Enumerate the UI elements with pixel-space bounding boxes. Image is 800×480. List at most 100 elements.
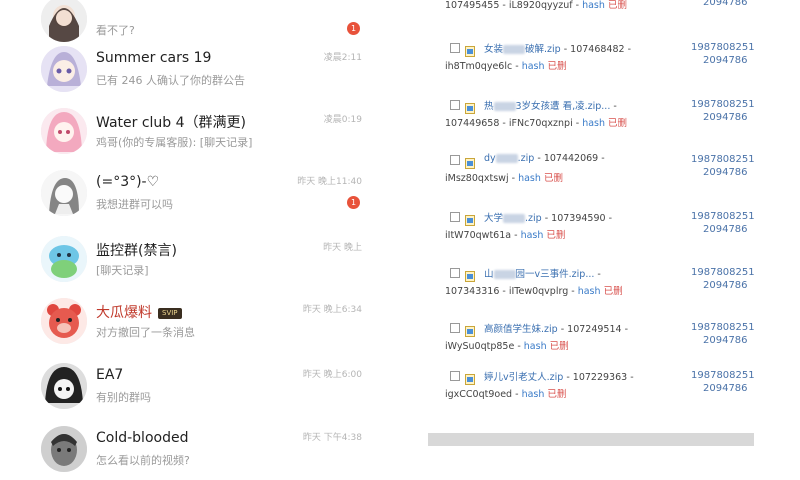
file-meta-line: 107449658 - iFNc70qxznpi - hash 已删 <box>445 118 628 129</box>
file-name-suffix: 3岁女孩遭 看,凌.zip... <box>515 101 611 112</box>
file-row[interactable]: 女装 破解.zip - 107468482 - ih8Tm0qye6lc - has… <box>428 38 800 94</box>
file-checkbox[interactable] <box>450 268 460 278</box>
owner-id: 1987808251 <box>691 154 755 165</box>
hash-link[interactable]: hash <box>582 118 605 129</box>
chat-item[interactable]: EA7 有别的群吗 昨天 晚上6:00 <box>0 355 372 417</box>
redacted-text <box>503 214 526 223</box>
file-row[interactable]: dy .zip - 107442069 - iMsz80qxtswj - hash … <box>428 150 800 206</box>
chat-item[interactable]: 监控群(禁言) [聊天记录] 昨天 晚上 <box>0 228 372 290</box>
chat-item[interactable]: Summer cars 19 已有 246 人确认了你的群公告 凌晨2:11 <box>0 38 372 100</box>
file-list: 107495455 - iL8920qyyzuf - hash 已删 209478… <box>428 0 800 480</box>
chat-name-text: Water club 4（群满更) <box>96 115 247 131</box>
chat-last-message: 有别的群吗 <box>96 391 151 404</box>
horizontal-scrollbar[interactable] <box>428 433 754 446</box>
owner-id: 1987808251 <box>691 267 755 278</box>
file-checkbox[interactable] <box>450 43 460 53</box>
status-tag: 已删 <box>543 173 563 184</box>
file-meta-line: 107343316 - iITew0qvplrg - hash 已删 <box>445 286 623 297</box>
file-name-line[interactable]: 高颜值学生妹.zip - 107249514 - <box>484 321 628 335</box>
file-size: 2094786 <box>703 112 748 123</box>
avatar <box>41 298 87 344</box>
chat-last-message: 我想进群可以吗 <box>96 198 173 211</box>
file-name[interactable]: 热 <box>484 101 494 112</box>
owner-id: 1987808251 <box>691 42 755 53</box>
file-checkbox[interactable] <box>450 212 460 222</box>
chat-item[interactable]: (=°3°)-♡ 我想进群可以吗 昨天 晚上11:40 1 <box>0 162 372 224</box>
file-size: 2094786 <box>703 335 748 346</box>
avatar <box>41 363 87 409</box>
chat-last-message: 对方撤回了一条消息 <box>96 326 195 339</box>
chat-item[interactable]: 大瓜爆料 SVIP 对方撤回了一条消息 昨天 晚上6:34 <box>0 290 372 352</box>
hash-link[interactable]: hash <box>582 0 605 11</box>
file-code: igxCC0qt9oed <box>445 389 513 400</box>
file-name[interactable]: 女装 <box>484 44 503 55</box>
status-tag: 已删 <box>549 341 569 352</box>
file-checkbox[interactable] <box>450 323 460 333</box>
hash-link[interactable]: hash <box>524 341 547 352</box>
file-size: 2094786 <box>703 224 748 235</box>
avatar <box>41 236 87 282</box>
file-row[interactable]: 大学 .zip - 107394590 - iItW70qwt61a - hash … <box>428 207 800 263</box>
file-code: 107449658 - iFNc70qxznpi <box>445 118 573 129</box>
chat-name-text: Summer cars 19 <box>96 50 212 66</box>
file-checkbox[interactable] <box>450 100 460 110</box>
file-icon <box>465 322 475 337</box>
chat-time: 凌晨2:11 <box>323 53 362 63</box>
file-id: 107394590 <box>551 213 606 224</box>
unread-badge: 1 <box>347 22 360 35</box>
avatar <box>41 170 87 216</box>
file-code: iItW70qwt61a <box>445 230 512 241</box>
chat-name: EA7 <box>96 367 123 383</box>
file-name[interactable]: 大学 <box>484 213 503 224</box>
chat-name-text: 大瓜爆料 <box>96 305 152 321</box>
file-checkbox[interactable] <box>450 155 460 165</box>
file-row[interactable]: 热 3岁女孩遭 看,凌.zip... -107449658 - iFNc70qxz… <box>428 95 800 151</box>
chat-last-message: [聊天记录] <box>96 264 149 277</box>
file-size: 2094786 <box>703 280 748 291</box>
file-name-suffix: .zip <box>525 213 542 224</box>
owner-id: 1987808251 <box>691 211 755 222</box>
file-meta-line: iItW70qwt61a - hash 已删 <box>445 230 566 241</box>
hash-link[interactable]: hash <box>518 173 541 184</box>
chat-item[interactable]: Cold-blooded 怎么看以前的视频? 昨天 下午4:38 <box>0 418 372 480</box>
file-name[interactable]: dy <box>484 153 496 164</box>
owner-id: 1987808251 <box>691 370 755 381</box>
file-name-line[interactable]: dy .zip - 107442069 - <box>484 153 605 164</box>
file-icon <box>465 42 475 57</box>
chat-time: 昨天 晚上 <box>323 243 362 253</box>
status-tag: 已删 <box>607 0 627 11</box>
file-row[interactable]: 婷儿v引老丈人.zip - 107229363 - igxCC0qt9oed - … <box>428 366 800 422</box>
chat-name-text: 监控群(禁言) <box>96 243 177 259</box>
file-name-line[interactable]: 大学 .zip - 107394590 - <box>484 210 612 224</box>
hash-link[interactable]: hash <box>522 389 545 400</box>
hash-link[interactable]: hash <box>521 230 544 241</box>
file-name-suffix: .zip <box>517 153 535 164</box>
chat-time: 昨天 晚上6:00 <box>302 370 362 380</box>
file-name[interactable]: 高颜值学生妹.zip <box>484 324 558 335</box>
chat-time: 凌晨0:19 <box>323 115 362 125</box>
file-name-line[interactable]: 婷儿v引老丈人.zip - 107229363 - <box>484 369 634 383</box>
hash-link[interactable]: hash <box>578 286 601 297</box>
chat-name: Summer cars 19 <box>96 50 211 66</box>
vip-badge: SVIP <box>158 307 182 319</box>
chat-time: 昨天 晚上11:40 <box>297 177 362 187</box>
avatar <box>41 108 87 154</box>
file-checkbox[interactable] <box>450 371 460 381</box>
chat-last-message: 已有 246 人确认了你的群公告 <box>96 74 245 87</box>
hash-link[interactable]: hash <box>522 61 545 72</box>
file-name[interactable]: 山 <box>484 269 494 280</box>
redacted-text <box>493 102 516 111</box>
file-row[interactable]: 山园一v三事件.zip... - 107343316 - iITew0qvplrg… <box>428 263 800 319</box>
unread-badge: 1 <box>347 196 360 209</box>
status-tag: 已删 <box>603 286 623 297</box>
file-name[interactable]: 婷儿v引老丈人.zip <box>484 372 563 383</box>
file-icon <box>465 154 475 169</box>
status-tag: 已删 <box>547 389 567 400</box>
file-icon <box>465 267 475 282</box>
file-name-line[interactable]: 热 3岁女孩遭 看,凌.zip... - <box>484 98 617 112</box>
file-name-line[interactable]: 女装 破解.zip - 107468482 - <box>484 41 631 55</box>
chat-item[interactable]: Water club 4（群满更) 鸡哥(你的专属客服): [聊天记录] 凌晨0:1… <box>0 100 372 162</box>
file-id: 107249514 <box>567 324 622 335</box>
file-name-line[interactable]: 山园一v三事件.zip... - <box>484 266 601 280</box>
chat-name-text: (=°3°)-♡ <box>96 174 160 190</box>
